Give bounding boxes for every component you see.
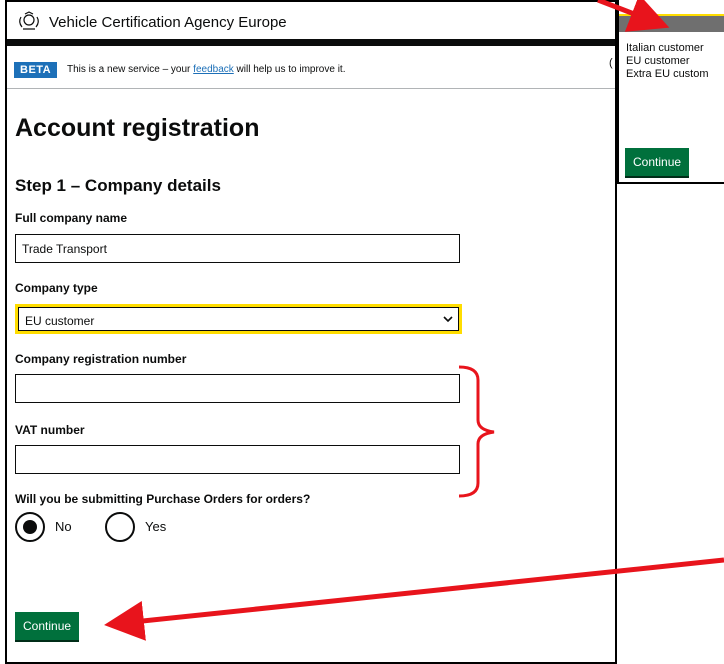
radio-no-selected-dot — [23, 520, 37, 534]
radio-no-label[interactable]: No — [55, 519, 72, 534]
company-name-label: Full company name — [15, 211, 128, 225]
site-name[interactable]: Vehicle Certification Agency Europe — [49, 14, 287, 31]
continue-button[interactable]: Continue — [15, 612, 80, 640]
radio-yes-label[interactable]: Yes — [145, 519, 166, 534]
site-header: Vehicle Certification Agency Europe — [7, 2, 615, 46]
beta-tag: BETA — [14, 62, 58, 78]
company-type-value: EU customer — [18, 307, 459, 331]
partial-text-fragment: ( — [609, 57, 613, 69]
company-type-select[interactable]: EU customer — [15, 304, 462, 334]
radio-no[interactable] — [15, 512, 45, 542]
company-name-input[interactable] — [15, 234, 460, 263]
feedback-link[interactable]: feedback — [193, 64, 234, 75]
highlighted-option[interactable] — [619, 14, 724, 32]
phase-banner: BETA This is a new service – your feedba… — [7, 54, 615, 89]
step-title: Step 1 – Company details — [15, 176, 221, 195]
vat-number-input[interactable] — [15, 445, 460, 474]
vat-number-label: VAT number — [15, 423, 85, 437]
page-title: Account registration — [15, 114, 260, 142]
purchase-orders-question: Will you be submitting Purchase Orders f… — [15, 492, 311, 506]
registration-number-input[interactable] — [15, 374, 460, 403]
beta-message: This is a new service – your feedback wi… — [67, 64, 346, 75]
form-screenshot-panel: Vehicle Certification Agency Europe BETA… — [5, 0, 617, 664]
option-italian-customer[interactable]: Italian customer — [626, 42, 704, 54]
chevron-down-icon — [443, 316, 453, 323]
radio-yes[interactable] — [105, 512, 135, 542]
company-type-label: Company type — [15, 281, 98, 295]
option-extra-eu-customer[interactable]: Extra EU custom — [626, 68, 709, 80]
option-eu-customer[interactable]: EU customer — [626, 55, 690, 67]
inset-continue-button[interactable]: Continue — [625, 148, 690, 176]
registration-number-label: Company registration number — [15, 352, 187, 366]
dropdown-inset-panel: Italian customer EU customer Extra EU cu… — [617, 0, 724, 184]
royal-crest-icon — [19, 11, 39, 30]
